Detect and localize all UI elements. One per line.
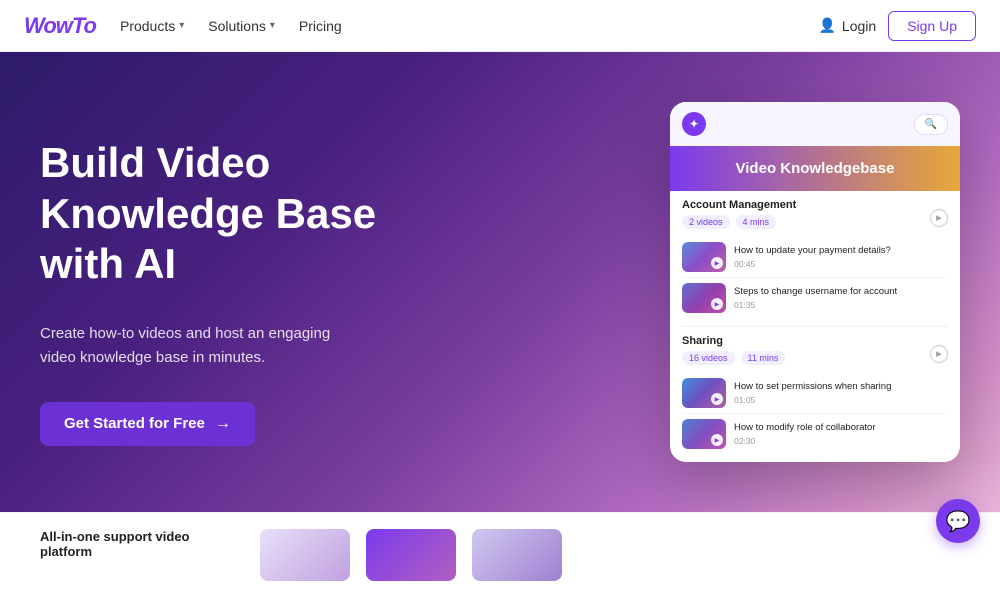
video-title: How to modify role of collaborator [734,422,948,434]
cta-button[interactable]: Get Started for Free → [40,402,255,446]
video-title: How to set permissions when sharing [734,381,948,393]
meta-videos-1: 2 videos [682,215,730,229]
bottom-item-title: All-in-one support video platform [40,529,220,559]
video-info: How to set permissions when sharing 01:0… [734,381,948,405]
hero-description: Create how-to videos and host an engagin… [40,322,360,370]
play-icon: ▶ [711,434,723,446]
section2-title: Sharing [682,335,785,347]
video-thumbnail: ▶ [682,419,726,449]
section2-play-button[interactable]: ▶ [930,345,948,363]
nav-solutions[interactable]: Solutions ▾ [208,14,275,38]
chat-icon: 💬 [946,509,971,534]
product-card: ✦ 🔍 Video Knowledgebase Account Manageme… [670,102,960,462]
section1-meta: 2 videos 4 mins [682,215,796,229]
video-title: How to update your payment details? [734,245,948,257]
play-icon: ▶ [711,393,723,405]
bottom-previews [260,529,562,581]
video-info: Steps to change username for account 01:… [734,286,948,310]
user-icon: 👤 [818,17,835,34]
login-button[interactable]: 👤 Login [818,17,876,34]
card-section-2: Sharing 16 videos 11 mins ▶ ▶ How to set… [670,327,960,462]
video-duration: 01:05 [734,395,948,405]
grid-icon: ✦ [689,117,699,131]
preview-thumbnail-3 [472,529,562,581]
video-item: ▶ How to modify role of collaborator 02:… [682,414,948,454]
card-search[interactable]: 🔍 [914,114,948,135]
search-icon: 🔍 [925,119,937,130]
chevron-down-icon: ▾ [179,20,184,31]
chat-bubble-button[interactable]: 💬 [936,499,980,543]
video-info: How to update your payment details? 00:4… [734,245,948,269]
video-duration: 02:30 [734,436,948,446]
meta-videos-2: 16 videos [682,351,735,365]
video-duration: 01:35 [734,300,948,310]
navbar-right: 👤 Login Sign Up [818,11,976,41]
chevron-down-icon: ▾ [270,20,275,31]
navbar: WowTo Products ▾ Solutions ▾ Pricing 👤 L… [0,0,1000,52]
bottom-strip: All-in-one support video platform [0,512,1000,597]
navbar-left: WowTo Products ▾ Solutions ▾ Pricing [24,13,342,39]
video-thumbnail: ▶ [682,378,726,408]
meta-duration-1: 4 mins [736,215,777,229]
video-thumbnail: ▶ [682,283,726,313]
hero-section: Build Video Knowledge Base with AI Creat… [0,52,1000,512]
video-title: Steps to change username for account [734,286,948,298]
section1-title: Account Management [682,199,796,211]
logo[interactable]: WowTo [24,13,96,39]
arrow-right-icon: → [215,415,231,433]
video-item: ▶ Steps to change username for account 0… [682,278,948,318]
video-item: ▶ How to update your payment details? 00… [682,237,948,278]
video-item: ▶ How to set permissions when sharing 01… [682,373,948,414]
video-thumbnail: ▶ [682,242,726,272]
card-logo-icon: ✦ [682,112,706,136]
section1-play-button[interactable]: ▶ [930,209,948,227]
video-duration: 00:45 [734,259,948,269]
preview-thumbnail-2 [366,529,456,581]
signup-button[interactable]: Sign Up [888,11,976,41]
video-info: How to modify role of collaborator 02:30 [734,422,948,446]
nav-products[interactable]: Products ▾ [120,14,184,38]
hero-title: Build Video Knowledge Base with AI [40,138,420,289]
card-topbar: ✦ 🔍 [670,102,960,146]
play-icon: ▶ [711,257,723,269]
preview-thumbnail-1 [260,529,350,581]
card-section-1: Account Management 2 videos 4 mins ▶ ▶ H… [670,191,960,326]
meta-duration-2: 11 mins [741,351,786,365]
nav-pricing[interactable]: Pricing [299,14,342,38]
bottom-item-1: All-in-one support video platform [40,529,220,563]
card-header: Video Knowledgebase [670,146,960,191]
play-icon: ▶ [711,298,723,310]
section2-meta: 16 videos 11 mins [682,351,785,365]
hero-content: Build Video Knowledge Base with AI Creat… [40,138,420,445]
